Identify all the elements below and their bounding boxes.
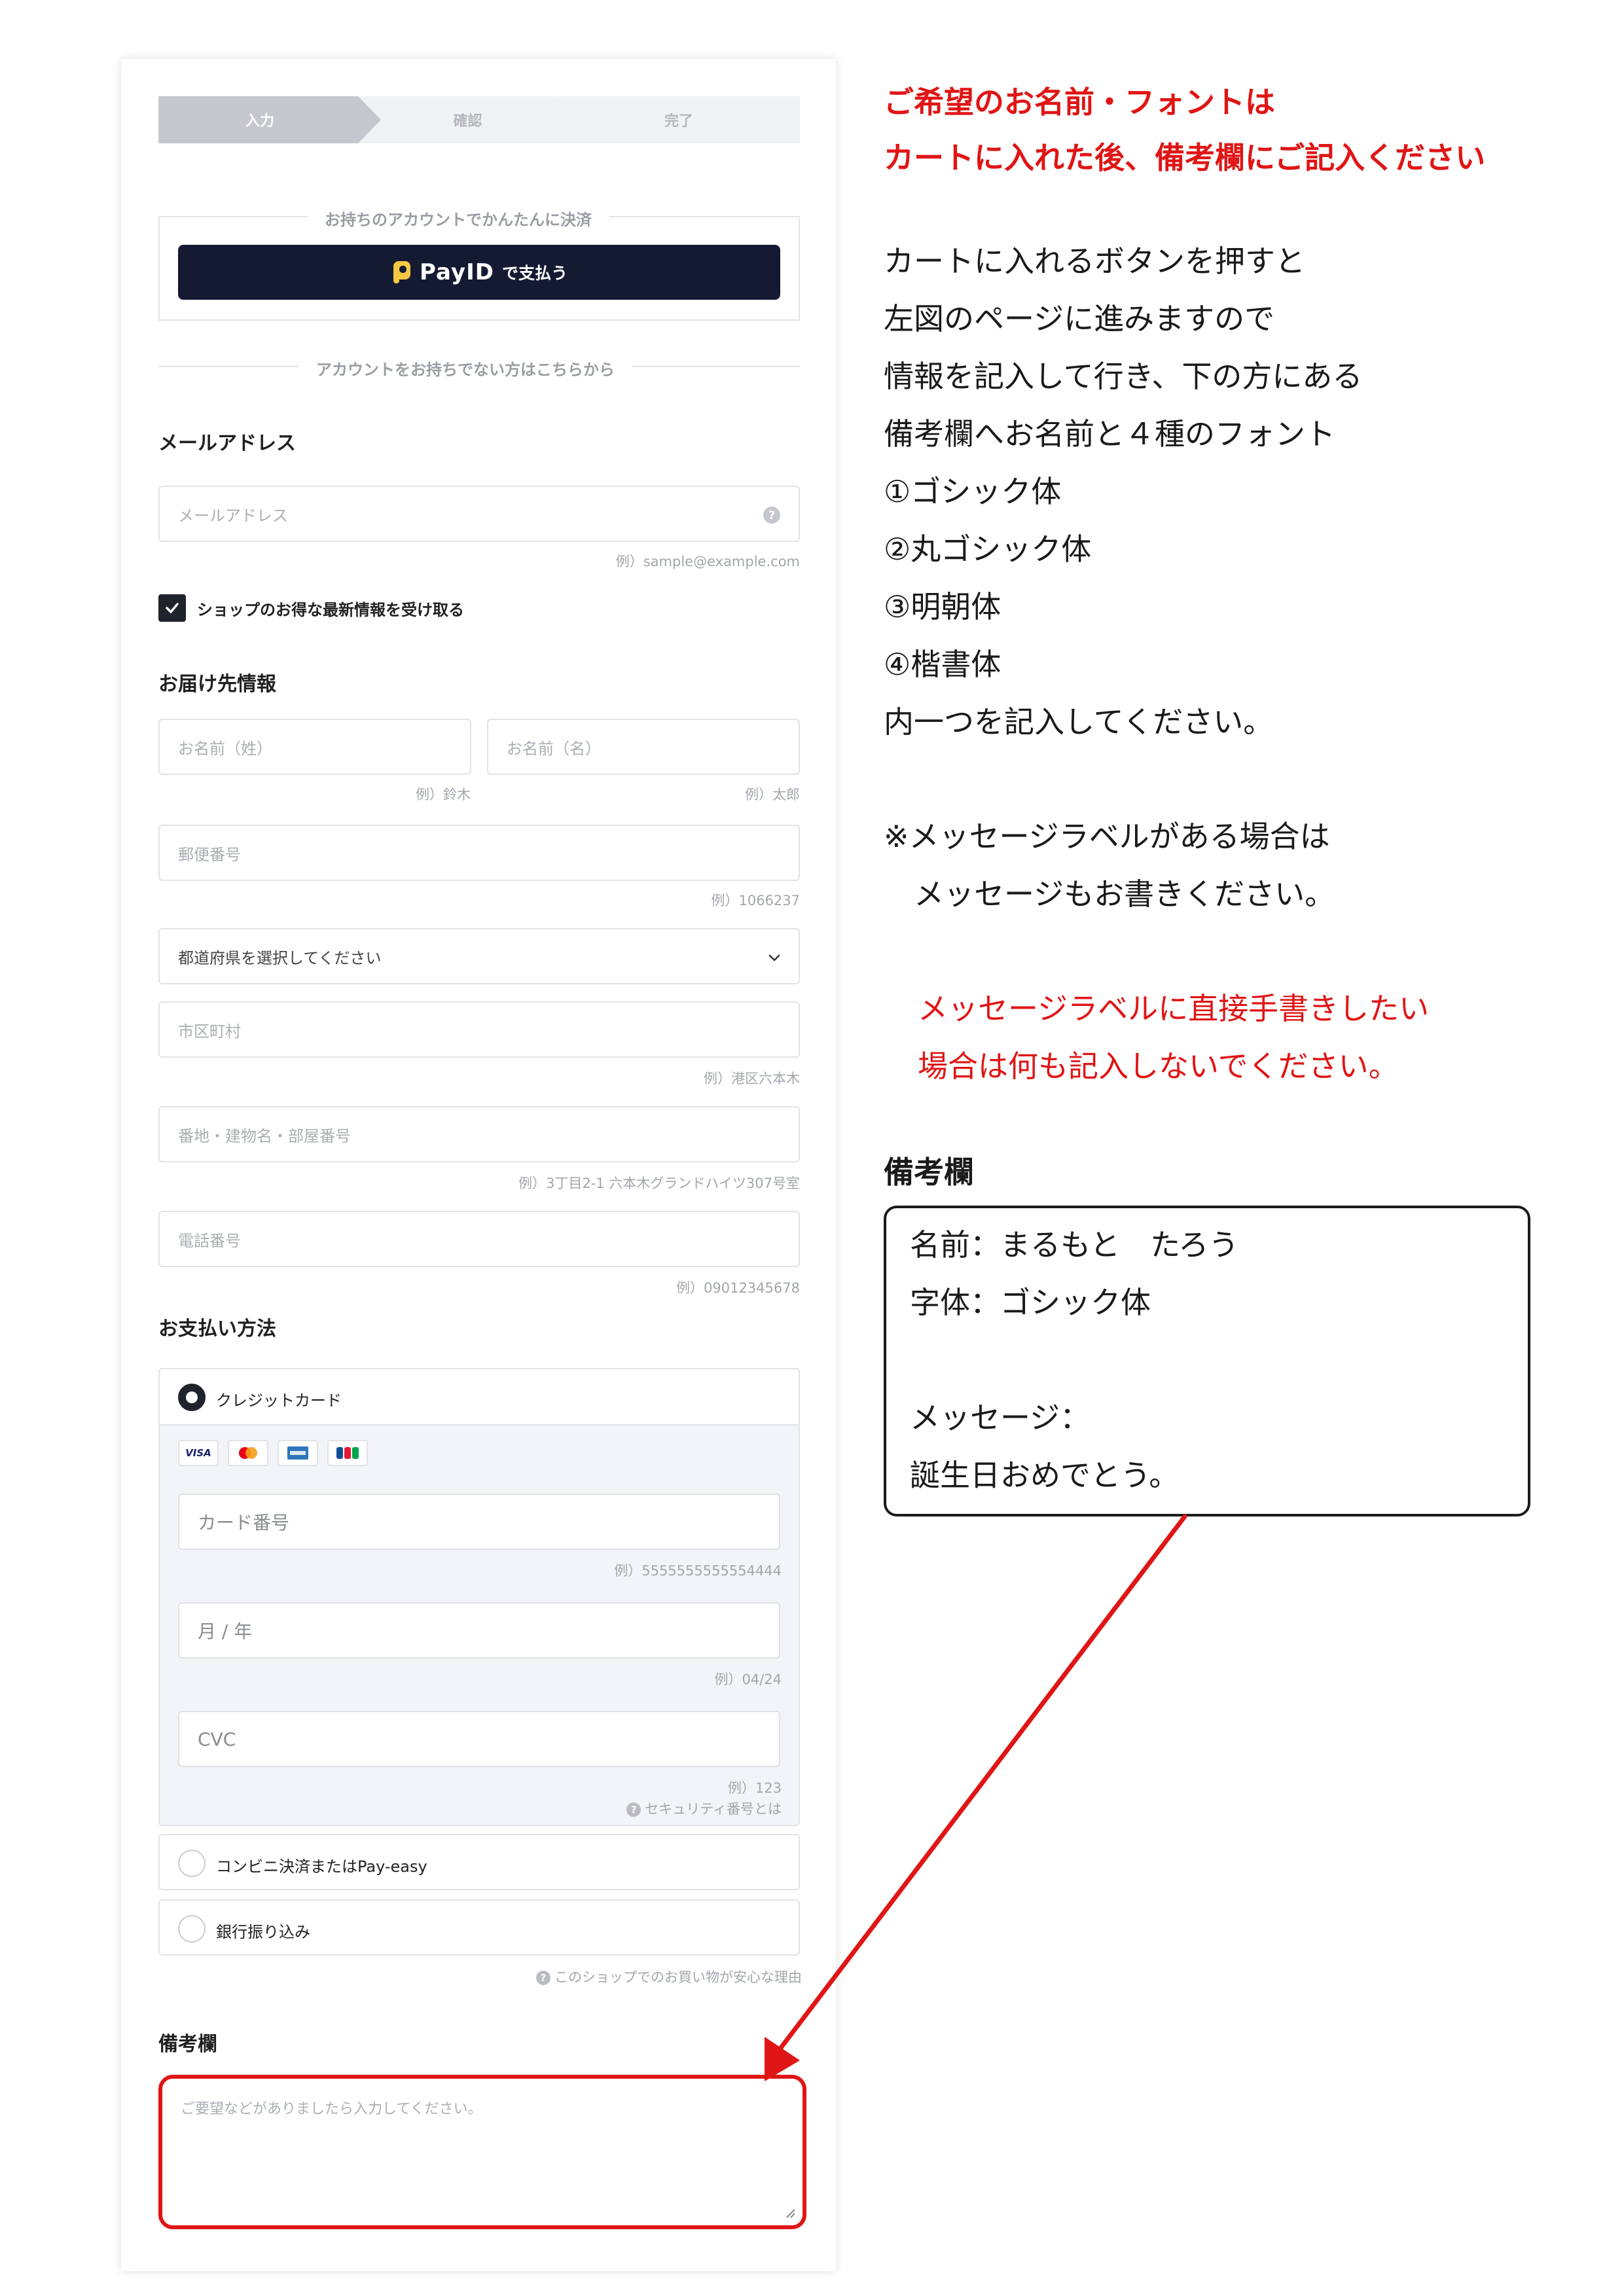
- first-name-input[interactable]: お名前（名）: [487, 719, 800, 775]
- chevron-down-icon: [768, 954, 780, 961]
- info-icon: ?: [536, 1971, 550, 1985]
- shop-safety-link[interactable]: ? このショップでのお買い物が安心な理由: [536, 1967, 802, 1986]
- cvc-input[interactable]: CVC: [178, 1711, 780, 1767]
- email-section-title: メールアドレス: [158, 432, 296, 455]
- step-input: 入力: [158, 96, 381, 143]
- last-name-placeholder: お名前（姓）: [178, 739, 272, 758]
- visa-icon: VISA: [178, 1440, 219, 1466]
- first-name-placeholder: お名前（名）: [507, 739, 601, 758]
- card-number-hint: 例）5555555555554444: [614, 1563, 782, 1579]
- email-input[interactable]: メールアドレス ?: [158, 486, 800, 542]
- help-icon[interactable]: ?: [763, 507, 780, 524]
- payid-section: お持ちのアカウントでかんたんに決済 PayID で支払う: [158, 207, 800, 321]
- konbini-label: コンビニ決済またはPay-easy: [216, 1857, 427, 1876]
- remarks-section-title: 備考欄: [158, 2033, 217, 2056]
- konbini-option[interactable]: コンビニ決済またはPay-easy: [158, 1834, 800, 1890]
- instruction-line: 内一つを記入してください。: [884, 704, 1274, 740]
- amex-icon: [278, 1440, 318, 1466]
- email-hint: 例）sample@example.com: [615, 554, 800, 569]
- newsletter-label: ショップのお得な最新情報を受け取る: [197, 601, 464, 619]
- instruction-line: カートに入れるボタンを押すと: [884, 243, 1305, 279]
- expiry-placeholder: 月 / 年: [198, 1621, 253, 1642]
- payment-section-title: お支払い方法: [158, 1318, 276, 1340]
- konbini-radio[interactable]: [178, 1850, 206, 1877]
- email-placeholder: メールアドレス: [178, 506, 288, 525]
- bank-transfer-label: 銀行振り込み: [216, 1923, 310, 1941]
- cvc-placeholder: CVC: [198, 1728, 236, 1750]
- credit-card-block: クレジットカード VISA カード番号 例）5555555555554444 月…: [158, 1368, 800, 1826]
- example-message-label: メッセージ：: [910, 1400, 1091, 1435]
- last-name-input[interactable]: お名前（姓）: [158, 719, 471, 775]
- instruction-heading-line-2: カートに入れた後、備考欄にご記入ください: [884, 140, 1486, 175]
- city-hint: 例）港区六本木: [704, 1071, 800, 1086]
- bank-transfer-radio[interactable]: [178, 1915, 206, 1943]
- checkout-stepper: 入力 確認 完了: [158, 96, 800, 143]
- instruction-line: 備考欄へお名前と４種のフォント: [884, 416, 1335, 452]
- font-option-mincho: ③明朝体: [884, 589, 1001, 624]
- font-option-kaisho: ④楷書体: [884, 647, 1001, 682]
- newsletter-checkbox[interactable]: [158, 594, 186, 622]
- handwrite-note-line-2: 場合は何も記入しないでください。: [918, 1049, 1399, 1084]
- address-input[interactable]: 番地・建物名・部屋番号: [158, 1106, 800, 1162]
- info-icon: ?: [626, 1803, 641, 1817]
- mastercard-icon: [228, 1440, 268, 1466]
- resize-handle-icon[interactable]: [783, 2206, 796, 2219]
- instruction-line: 情報を記入して行き、下の方にある: [884, 359, 1363, 394]
- first-name-hint: 例）太郎: [745, 787, 800, 802]
- card-number-placeholder: カード番号: [198, 1512, 290, 1534]
- credit-card-option[interactable]: クレジットカード: [160, 1369, 799, 1426]
- expiry-hint: 例）04/24: [714, 1672, 782, 1687]
- postal-code-placeholder: 郵便番号: [178, 845, 241, 864]
- payid-button-label: で支払う: [501, 264, 568, 283]
- message-note-line-2: メッセージもお書きください。: [884, 876, 1335, 912]
- instruction-line: 左図のページに進みますので: [884, 301, 1275, 336]
- postal-code-hint: 例）1066237: [711, 893, 800, 908]
- example-font-line: 字体：ゴシック体: [910, 1285, 1151, 1320]
- credit-card-radio[interactable]: [178, 1384, 206, 1411]
- city-placeholder: 市区町村: [178, 1022, 241, 1041]
- checkmark-icon: [166, 603, 179, 613]
- security-code-link[interactable]: ? セキュリティ番号とは: [626, 1799, 782, 1818]
- checkout-form-panel: 入力 確認 完了 お持ちのアカウントでかんたんに決済 PayID で支払う アカ…: [121, 59, 836, 2271]
- example-memo-title: 備考欄: [884, 1155, 974, 1190]
- prefecture-select[interactable]: 都道府県を選択してください: [158, 928, 800, 984]
- phone-placeholder: 電話番号: [178, 1231, 241, 1250]
- payid-pay-button[interactable]: PayID で支払う: [178, 245, 780, 300]
- step-complete: 完了: [558, 96, 800, 143]
- address-placeholder: 番地・建物名・部屋番号: [178, 1126, 351, 1145]
- step-confirm: 確認: [355, 96, 581, 143]
- font-option-maru-gothic: ②丸ゴシック体: [884, 531, 1092, 567]
- bank-transfer-option[interactable]: 銀行振り込み: [158, 1899, 800, 1956]
- city-input[interactable]: 市区町村: [158, 1001, 800, 1058]
- phone-input[interactable]: 電話番号: [158, 1211, 800, 1267]
- phone-hint: 例）09012345678: [676, 1280, 800, 1296]
- payid-brand: PayID: [420, 259, 494, 285]
- instruction-heading-line-1: ご希望のお名前・フォントは: [884, 84, 1275, 120]
- message-note-line-1: ※メッセージラベルがある場合は: [884, 819, 1330, 854]
- guest-divider-text: アカウントをお持ちでない方はこちらから: [299, 357, 632, 380]
- remarks-placeholder: ご要望などがありましたら入力してください。: [181, 2101, 482, 2117]
- last-name-hint: 例）鈴木: [416, 787, 471, 802]
- shipping-section-title: お届け先情報: [158, 673, 276, 696]
- expiry-input[interactable]: 月 / 年: [178, 1602, 780, 1659]
- example-memo-box: 名前：まるもと たろう 字体：ゴシック体 メッセージ： 誕生日おめでとう。: [884, 1206, 1530, 1516]
- example-name-line: 名前：まるもと たろう: [910, 1227, 1239, 1263]
- postal-code-input[interactable]: 郵便番号: [158, 825, 800, 881]
- address-hint: 例）3丁目2-1 六本木グランドハイツ307号室: [518, 1175, 800, 1191]
- example-message-text: 誕生日おめでとう。: [910, 1458, 1180, 1493]
- cvc-hint: 例）123: [727, 1780, 782, 1796]
- payid-legend: お持ちのアカウントでかんたんに決済: [308, 207, 609, 230]
- jcb-icon: [327, 1440, 368, 1466]
- handwrite-note-line-1: メッセージラベルに直接手書きしたい: [918, 991, 1430, 1026]
- credit-card-label: クレジットカード: [216, 1391, 342, 1410]
- font-option-gothic: ①ゴシック体: [884, 474, 1062, 509]
- prefecture-selected-value: 都道府県を選択してください: [178, 948, 382, 967]
- remarks-textarea[interactable]: ご要望などがありましたら入力してください。: [158, 2075, 806, 2229]
- card-number-input[interactable]: カード番号: [178, 1494, 780, 1550]
- payid-logo-icon: [393, 261, 411, 283]
